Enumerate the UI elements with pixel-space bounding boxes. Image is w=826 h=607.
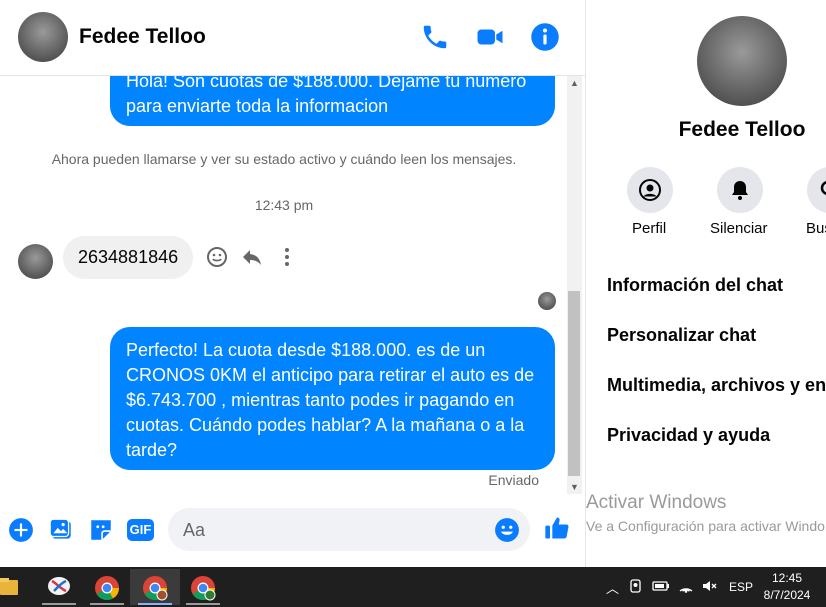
profile-avatar[interactable] [697,16,787,106]
emoji-icon[interactable] [494,517,520,543]
taskbar-app-snipping[interactable] [34,569,84,605]
contact-name[interactable]: Fedee Telloo [79,25,206,49]
chat-details-panel: Fedee Telloo Perfil Silenciar Bus Inform… [585,0,826,567]
profile-button[interactable] [627,167,673,213]
delivery-status: Enviado [488,472,539,488]
message-list[interactable]: Hola! Son cuotas de $188.000. Dejame tu … [0,76,568,494]
search-icon [820,181,826,195]
taskbar: ︿ ESP 12:45 8/7/2024 [0,567,826,607]
chat-window: Fedee Telloo Hola! Son cuotas de $188.00… [0,0,585,567]
menu-chat-info[interactable]: Información del chat [607,275,783,296]
taskbar-app-chrome-3[interactable] [178,569,228,605]
taskbar-app-chrome-1[interactable] [82,569,132,605]
gif-button[interactable]: GIF [127,519,154,541]
file-explorer-icon[interactable] [0,569,20,605]
search-button[interactable] [807,167,826,213]
like-icon[interactable] [543,514,571,542]
scrollbar-thumb[interactable] [568,291,580,476]
wifi-icon[interactable] [678,578,694,594]
message-timestamp: 12:43 pm [254,197,314,213]
message-placeholder: Aa [183,520,206,540]
contact-avatar[interactable] [18,12,68,62]
composer: GIF Aa [0,500,585,560]
chat-header: Fedee Telloo [0,0,585,76]
meet-now-icon[interactable] [628,578,644,594]
menu-media-files[interactable]: Multimedia, archivos y en [607,375,826,396]
chrome-profile-icon [191,576,216,601]
mute-label: Silenciar [710,220,768,237]
battery-icon[interactable] [652,578,670,594]
more-options-icon[interactable] [275,245,299,269]
input-language[interactable]: ESP [729,580,753,594]
reply-icon[interactable] [240,245,264,269]
phone-icon[interactable] [420,22,450,52]
taskbar-app-chrome-2[interactable] [130,569,180,605]
volume-muted-icon[interactable] [701,578,717,594]
incoming-message[interactable]: 2634881846 [63,236,194,279]
scrollbar[interactable]: ▲ ▼ [567,76,582,494]
outgoing-message[interactable]: Perfecto! La cuota desde $188.000. es de… [110,327,555,470]
react-emoji-icon[interactable] [205,245,229,269]
clock-time: 12:45 [771,571,803,585]
profile-label: Perfil [632,220,667,237]
search-label: Bus [806,220,826,237]
add-icon[interactable] [8,517,34,543]
chrome-icon [95,576,119,601]
bell-icon [732,181,748,200]
menu-privacy-help[interactable]: Privacidad y ayuda [607,425,770,446]
chrome-profile-icon [143,576,168,601]
show-hidden-icons-icon[interactable]: ︿ [606,578,619,597]
photo-icon[interactable] [48,517,74,543]
activate-windows-watermark: Activar Windows Ve a Configuración para … [586,492,825,534]
watermark-subtitle: Ve a Configuración para activar Windo [586,518,825,534]
outgoing-message[interactable]: Hola! Son cuotas de $188.000. Dejame tu … [110,76,555,126]
clock-date: 8/7/2024 [763,588,811,602]
video-call-icon[interactable] [475,22,505,52]
sticker-icon[interactable] [88,517,114,543]
scroll-down-icon[interactable]: ▼ [570,482,579,492]
profile-name: Fedee Telloo [678,118,806,141]
system-notice: Ahora pueden llamarse y ver su estado ac… [51,151,517,167]
snipping-tool-icon [48,577,70,595]
sender-avatar[interactable] [18,244,53,279]
seen-indicator-avatar [538,292,556,310]
scroll-up-icon[interactable]: ▲ [570,78,579,88]
watermark-title: Activar Windows [586,492,727,513]
message-input[interactable]: Aa [168,508,530,551]
user-icon [639,179,661,201]
mute-button[interactable] [717,167,763,213]
system-clock[interactable]: 12:45 8/7/2024 [758,570,816,604]
menu-customize-chat[interactable]: Personalizar chat [607,325,756,346]
info-icon[interactable] [530,22,560,52]
